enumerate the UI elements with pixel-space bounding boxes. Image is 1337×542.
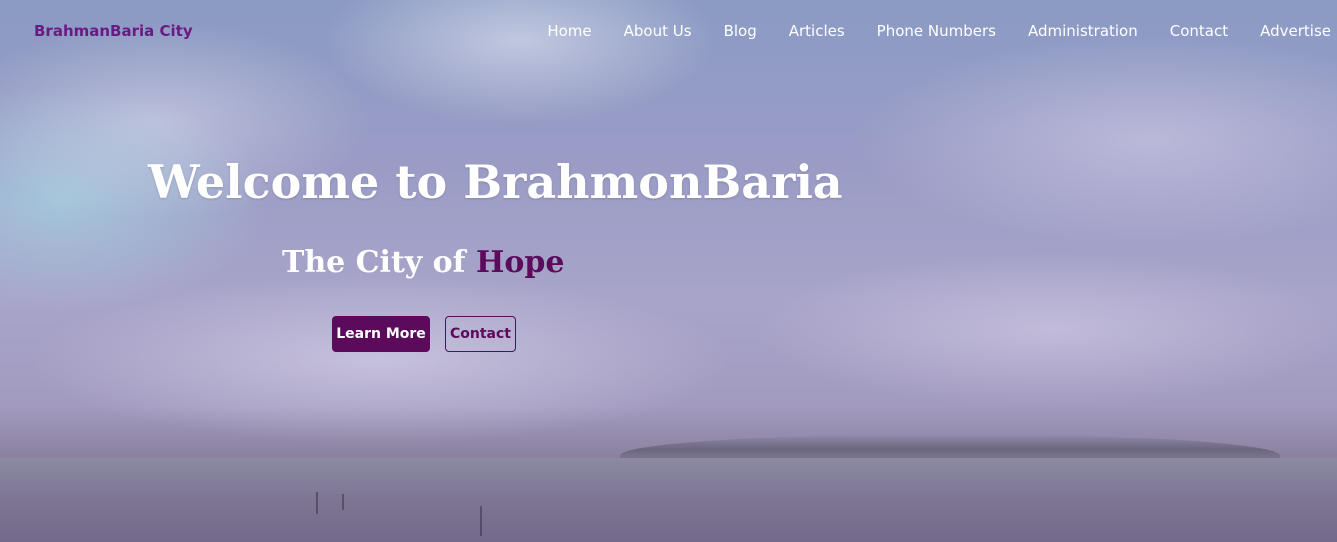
nav-link-home[interactable]: Home <box>547 22 591 40</box>
fishing-pole <box>316 492 318 514</box>
fishing-pole <box>342 494 344 510</box>
fishing-pole <box>480 506 482 536</box>
top-navbar: BrahmanBaria City Home About Us Blog Art… <box>0 0 1337 64</box>
river-water <box>0 458 1337 542</box>
shoreline-trees <box>620 434 1280 460</box>
brand-logo-link[interactable]: BrahmanBaria City <box>34 22 193 40</box>
nav-link-advertise[interactable]: Advertise <box>1260 22 1331 40</box>
nav-link-phone-numbers[interactable]: Phone Numbers <box>877 22 996 40</box>
nav-link-about-us[interactable]: About Us <box>624 22 692 40</box>
hero-background-image <box>0 0 1337 542</box>
hero-subtitle: The City of Hope <box>282 245 564 280</box>
contact-button[interactable]: Contact <box>445 316 516 352</box>
hero-subtitle-accent: Hope <box>476 245 565 280</box>
nav-menu: Home About Us Blog Articles Phone Number… <box>547 22 1331 40</box>
hero-title: Welcome to BrahmonBaria <box>148 155 843 209</box>
nav-link-contact[interactable]: Contact <box>1170 22 1228 40</box>
nav-link-blog[interactable]: Blog <box>724 22 757 40</box>
nav-link-articles[interactable]: Articles <box>789 22 845 40</box>
learn-more-button[interactable]: Learn More <box>332 316 430 352</box>
hero-subtitle-prefix: The City of <box>282 245 477 280</box>
nav-link-administration[interactable]: Administration <box>1028 22 1138 40</box>
